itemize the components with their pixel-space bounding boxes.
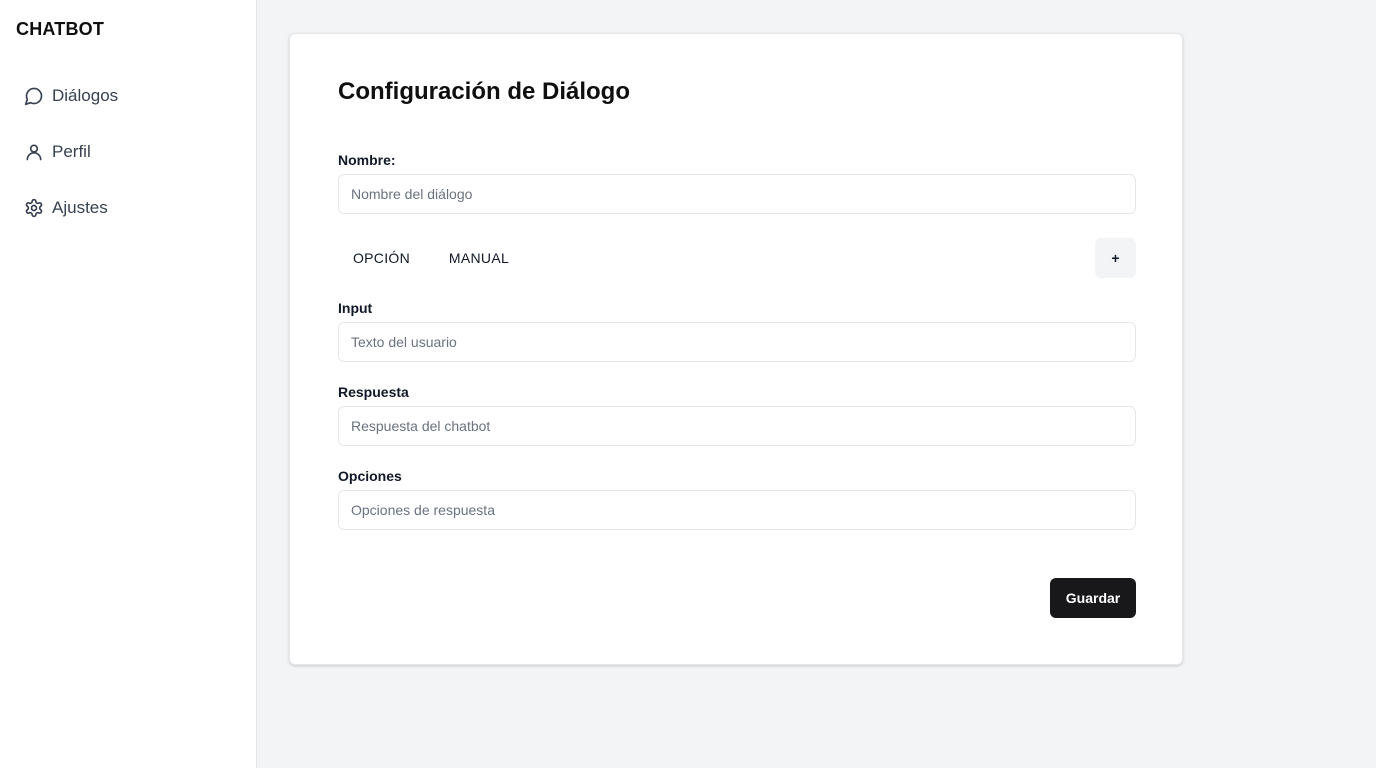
response-field-label: Respuesta [338,384,409,400]
options-input-field[interactable] [338,490,1136,530]
settings-gear-icon [24,198,44,218]
sidebar-item-label: Perfil [52,142,91,161]
name-input[interactable] [338,174,1136,214]
response-input-field[interactable] [338,406,1136,446]
dialog-config-card: Configuración de Diálogo Nombre: OPCIÓN … [289,33,1183,665]
input-field-label: Input [338,300,373,316]
sidebar-item-ajustes[interactable]: Ajustes [16,188,241,228]
save-button[interactable]: Guardar [1050,578,1136,618]
message-circle-icon [24,86,44,106]
sidebar-item-label: Ajustes [52,198,108,217]
sidebar: CHATBOT Diálogos Perfil Ajustes [0,0,257,768]
add-button[interactable]: + [1095,238,1136,278]
tab-opcion[interactable]: OPCIÓN [338,238,425,278]
user-icon [24,142,44,162]
sidebar-item-label: Diálogos [52,86,119,105]
user-input-field[interactable] [338,322,1136,362]
name-field-label: Nombre: [338,152,396,168]
sidebar-item-dialogos[interactable]: Diálogos [16,76,241,116]
app-brand: CHATBOT [16,19,105,39]
page-title: Configuración de Diálogo [338,78,630,105]
sidebar-item-perfil[interactable]: Perfil [16,132,241,172]
options-field-label: Opciones [338,468,402,484]
tab-manual[interactable]: MANUAL [433,238,525,278]
